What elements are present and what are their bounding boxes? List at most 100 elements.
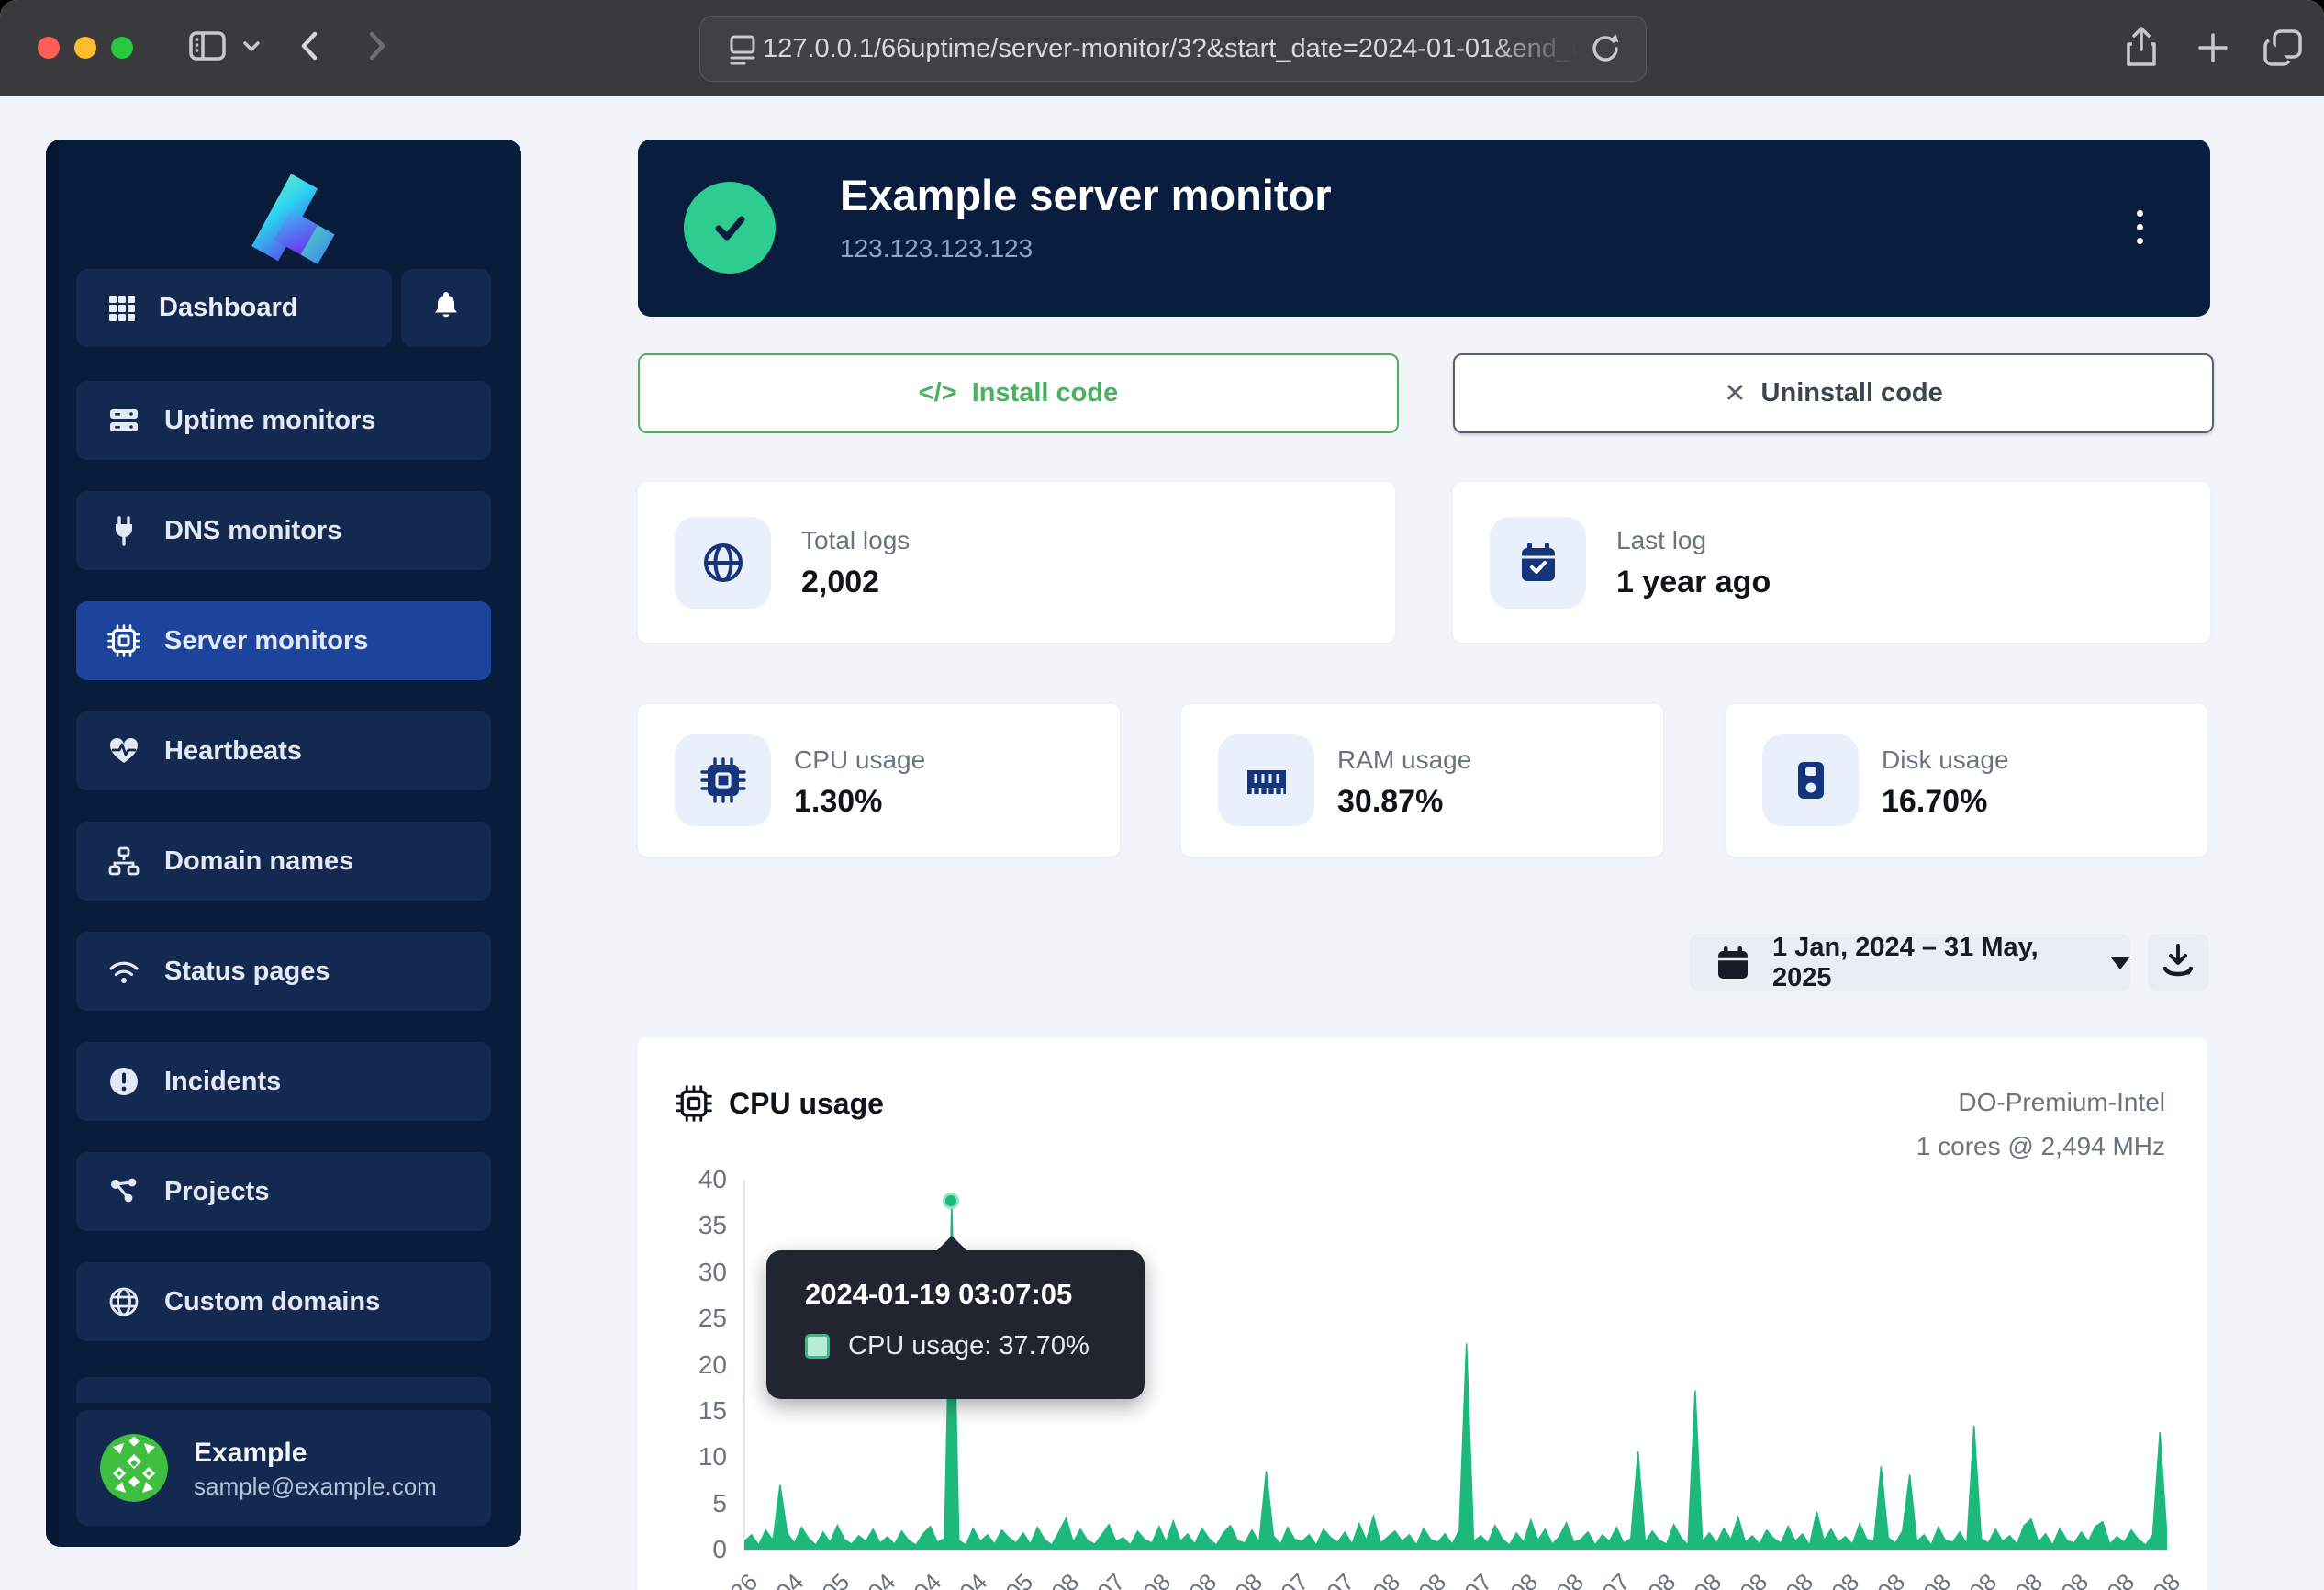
calendar-icon — [1714, 944, 1752, 982]
chevron-down-icon — [2110, 957, 2130, 969]
url-text[interactable]: 127.0.0.1/66uptime/server-monitor/3?&sta… — [763, 34, 1585, 64]
sidebar-item-label: Status pages — [164, 957, 330, 987]
stat-value: 2,002 — [801, 565, 879, 600]
uninstall-code-button[interactable]: ✕ Uninstall code — [1453, 353, 2214, 433]
avatar — [100, 1434, 168, 1502]
y-tick-label: 10 — [637, 1442, 727, 1472]
check-icon — [704, 202, 755, 253]
sidebar-item-label: Incidents — [164, 1067, 281, 1097]
chart-tooltip: 2024-01-19 03:07:05 CPU usage: 37.70% — [766, 1250, 1145, 1399]
sidebar-scrollbar[interactable] — [46, 140, 59, 1547]
disk-usage-card: Disk usage 16.70% — [1726, 704, 2207, 857]
y-tick-label: 20 — [637, 1350, 727, 1380]
series-swatch — [805, 1334, 830, 1359]
app-logo — [230, 165, 337, 276]
address-bar[interactable]: 127.0.0.1/66uptime/server-monitor/3?&sta… — [699, 16, 1647, 82]
monitor-header-card: Example server monitor 123.123.123.123 — [638, 140, 2210, 317]
last-log-card: Last log 1 year ago — [1453, 482, 2210, 643]
x-axis-line — [743, 1550, 2168, 1551]
close-window-button[interactable] — [38, 37, 60, 59]
page-content: Dashboard Uptime monitors DNS monitors — [0, 96, 2324, 1590]
x-tick-label: 2024-01-26 — [575, 1568, 764, 1590]
y-tick-label: 0 — [637, 1535, 727, 1564]
chip-icon — [106, 624, 142, 657]
globe-icon — [106, 1285, 142, 1318]
y-tick-label: 5 — [637, 1489, 727, 1518]
browser-toolbar: 127.0.0.1/66uptime/server-monitor/3?&sta… — [0, 0, 2324, 96]
date-range-picker[interactable]: 1 Jan, 2024 – 31 May, 2025 — [1690, 934, 2130, 991]
sidebar-item-dashboard[interactable]: Dashboard — [76, 269, 392, 347]
calendar-check-icon — [1490, 517, 1586, 609]
install-code-button[interactable]: </> Install code — [638, 353, 1399, 433]
total-logs-card: Total logs 2,002 — [638, 482, 1395, 643]
bell-icon — [428, 287, 464, 329]
stat-label: Disk usage — [1882, 745, 2009, 775]
sidebar-item-heartbeats[interactable]: Heartbeats — [76, 711, 491, 790]
sidebar-item-status-pages[interactable]: Status pages — [76, 932, 491, 1011]
browser-window: 127.0.0.1/66uptime/server-monitor/3?&sta… — [0, 0, 2324, 1590]
minimize-window-button[interactable] — [74, 37, 96, 59]
x-tick-label: 2024-02-04 — [620, 1568, 810, 1590]
memory-icon — [1218, 734, 1314, 826]
forward-button[interactable] — [356, 20, 397, 72]
user-card[interactable]: Example sample@example.com — [76, 1410, 491, 1526]
share-icon[interactable] — [2116, 20, 2167, 75]
reader-view-icon[interactable] — [722, 28, 763, 69]
globe-filled-icon — [675, 517, 771, 609]
sidebar-item-label: DNS monitors — [164, 516, 341, 546]
sidebar-item-label: Server monitors — [164, 626, 368, 656]
y-tick-label: 40 — [637, 1165, 727, 1194]
tab-overview-icon[interactable] — [2256, 20, 2311, 75]
more-options-button[interactable] — [2117, 195, 2162, 259]
sidebar-item-server-monitors[interactable]: Server monitors — [76, 601, 491, 680]
cpu-chip-icon — [675, 734, 771, 826]
chart-title: CPU usage — [676, 1085, 884, 1122]
zoom-window-button[interactable] — [111, 37, 133, 59]
exclamation-circle-icon — [106, 1065, 142, 1098]
plug-icon — [106, 514, 142, 547]
data-point-marker[interactable] — [943, 1192, 959, 1209]
stat-label: Last log — [1616, 526, 1706, 555]
sidebar-item-custom-domains[interactable]: Custom domains — [76, 1262, 491, 1341]
stat-label: Total logs — [801, 526, 910, 555]
sidebar-item-label: Heartbeats — [164, 736, 302, 767]
server-stack-icon — [106, 404, 142, 437]
reload-icon[interactable] — [1585, 28, 1626, 69]
sidebar-item-clipped[interactable] — [76, 1377, 491, 1403]
notifications-button[interactable] — [401, 269, 491, 347]
date-range-label: 1 Jan, 2024 – 31 May, 2025 — [1772, 933, 2086, 993]
user-email: sample@example.com — [194, 1472, 437, 1501]
wifi-icon — [106, 955, 142, 988]
tab-group-chevron-icon[interactable] — [235, 20, 268, 72]
sidebar-item-incidents[interactable]: Incidents — [76, 1042, 491, 1121]
sidebar-item-domain-names[interactable]: Domain names — [76, 822, 491, 901]
y-tick-label: 35 — [637, 1211, 727, 1240]
y-tick-label: 30 — [637, 1258, 727, 1287]
sidebar-item-projects[interactable]: Projects — [76, 1152, 491, 1231]
stat-value: 30.87% — [1337, 784, 1443, 820]
heart-pulse-icon — [106, 734, 142, 767]
stat-label: CPU usage — [794, 745, 925, 775]
cpu-usage-chart-card: CPU usage DO-Premium-Intel 1 cores @ 2,4… — [637, 1037, 2207, 1590]
export-button[interactable] — [2148, 934, 2208, 991]
sidebar-item-dns-monitors[interactable]: DNS monitors — [76, 491, 491, 570]
sidebar: Dashboard Uptime monitors DNS monitors — [46, 140, 521, 1547]
monitor-ip: 123.123.123.123 — [840, 234, 1033, 263]
y-tick-label: 25 — [637, 1304, 727, 1333]
server-cores-label: 1 cores @ 2,494 MHz — [1916, 1132, 2165, 1161]
ram-usage-card: RAM usage 30.87% — [1181, 704, 1663, 857]
sidebar-item-uptime-monitors[interactable]: Uptime monitors — [76, 381, 491, 460]
back-button[interactable] — [290, 20, 330, 72]
share-nodes-icon — [106, 1175, 142, 1208]
new-tab-icon[interactable] — [2187, 20, 2239, 75]
stat-value: 1.30% — [794, 784, 882, 820]
stat-value: 1 year ago — [1616, 565, 1771, 600]
sitemap-icon — [106, 845, 142, 878]
sidebar-item-label: Projects — [164, 1177, 269, 1207]
stat-label: RAM usage — [1337, 745, 1471, 775]
sidebar-item-label: Uptime monitors — [164, 406, 375, 436]
sidebar-item-label: Domain names — [164, 846, 353, 877]
sidebar-item-label: Dashboard — [159, 293, 297, 323]
page-title: Example server monitor — [840, 170, 1332, 220]
sidebar-toggle-icon[interactable] — [182, 20, 233, 72]
